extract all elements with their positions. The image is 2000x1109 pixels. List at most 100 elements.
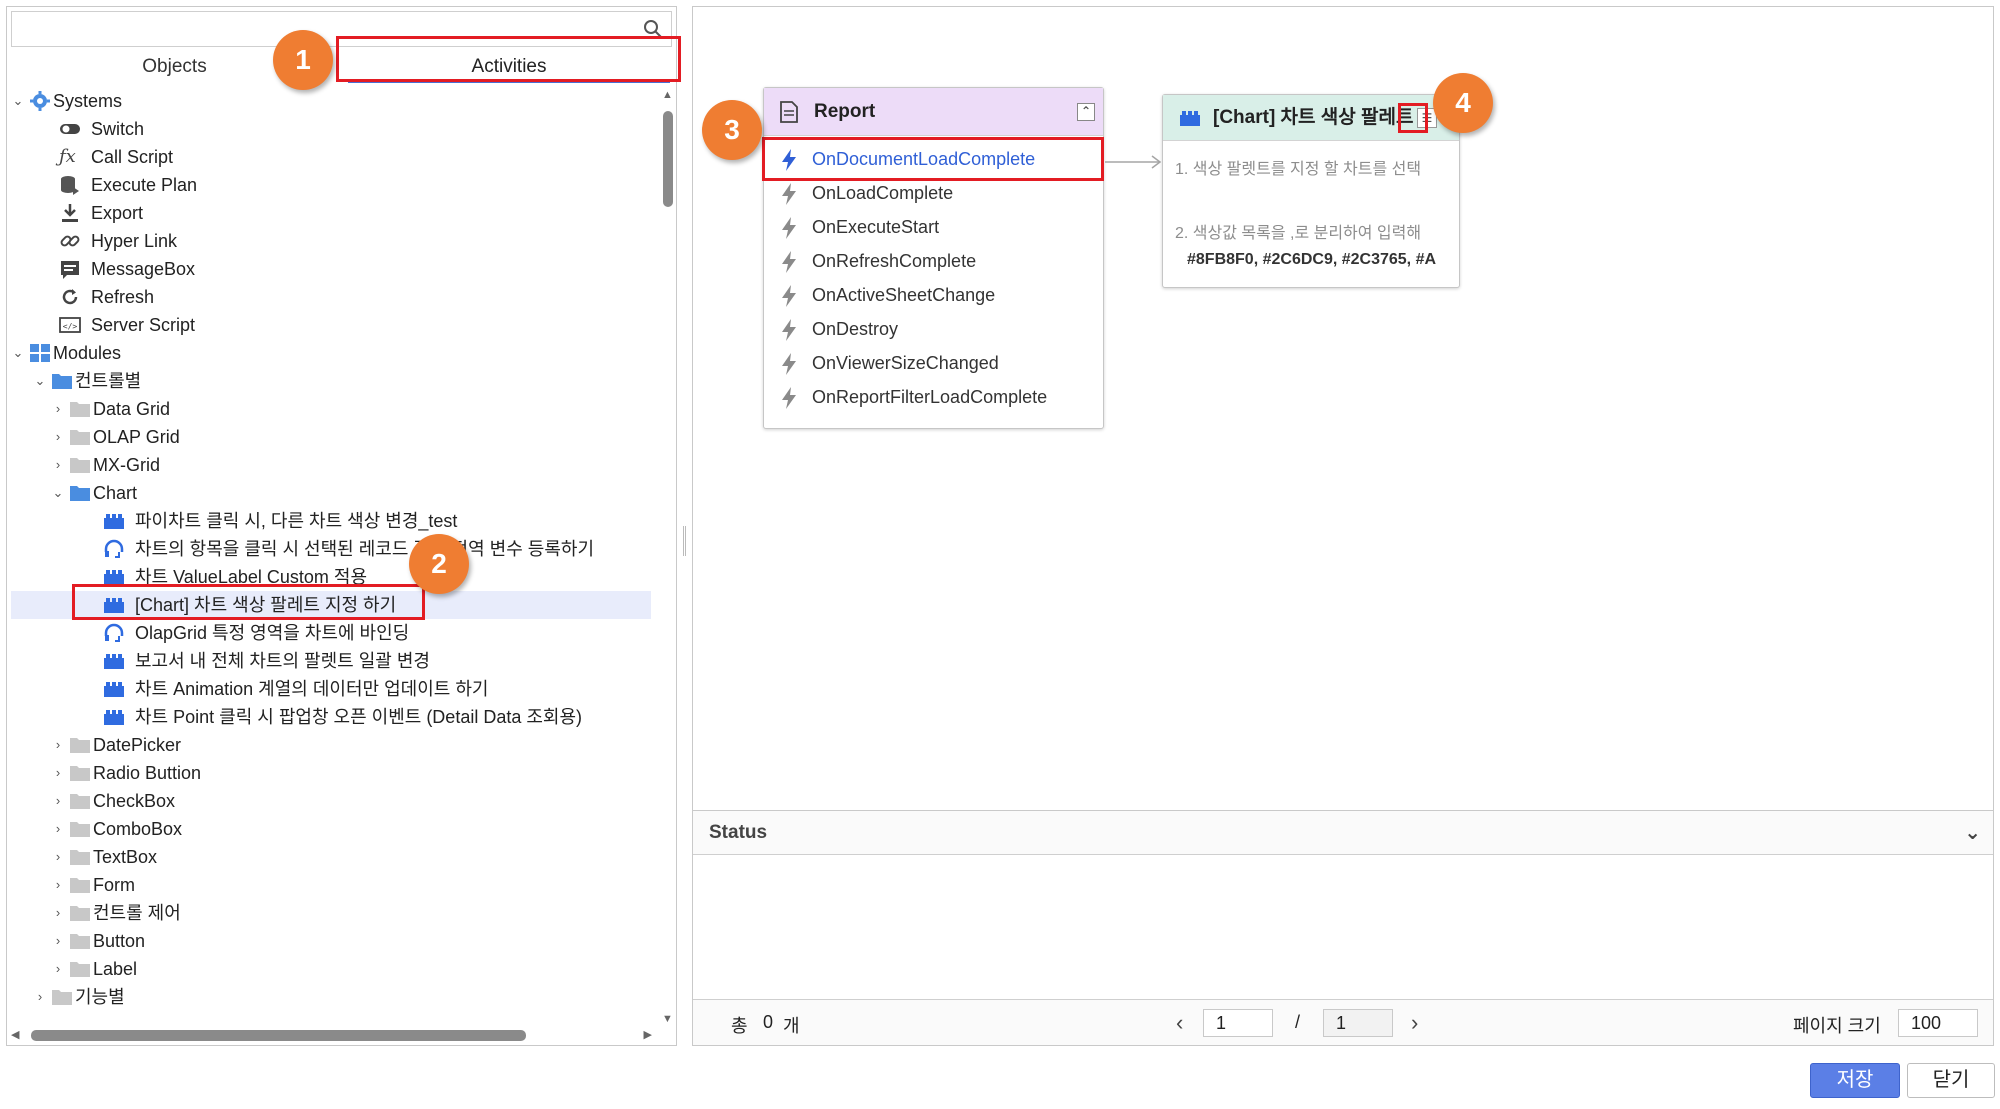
- tree-item-refresh[interactable]: Refresh: [11, 283, 651, 311]
- tree-item-call-script[interactable]: ƒx Call Script: [11, 143, 651, 171]
- scroll-down-icon[interactable]: ▼: [662, 1013, 673, 1025]
- scroll-thumb[interactable]: [31, 1030, 526, 1041]
- tree-folder-olap-grid[interactable]: › OLAP Grid: [11, 423, 651, 451]
- chevron-right-icon[interactable]: ›: [51, 759, 65, 787]
- tree-chart-item[interactable]: 차트 ValueLabel Custom 적용: [11, 563, 651, 591]
- chevron-right-icon[interactable]: ›: [51, 871, 65, 899]
- event-ondocumentloadcomplete[interactable]: OnDocumentLoadComplete: [764, 142, 1103, 176]
- tree-folder[interactable]: › Label: [11, 955, 651, 983]
- tree-label: Execute Plan: [91, 175, 198, 195]
- tree-item-server-script[interactable]: </> Server Script: [11, 311, 651, 339]
- scroll-up-icon[interactable]: ▲: [662, 89, 673, 101]
- chevron-right-icon[interactable]: ›: [51, 451, 65, 479]
- chevron-down-icon[interactable]: ⌄: [1964, 811, 1981, 855]
- tree-node-systems[interactable]: ⌄ Systems: [11, 87, 651, 115]
- tree-folder-data-grid[interactable]: › Data Grid: [11, 395, 651, 423]
- scroll-right-icon[interactable]: ▶: [644, 1028, 652, 1041]
- tree-item-execute-plan[interactable]: Execute Plan: [11, 171, 651, 199]
- activity-tree: ⌄ Systems Switch ƒx Call Script Execute …: [7, 87, 659, 1017]
- tree-item-switch[interactable]: Switch: [11, 115, 651, 143]
- chart-module-node[interactable]: [Chart] 차트 색상 팔레트 ☰ 1. 색상 팔렛트를 지정 할 차트를 …: [1162, 94, 1460, 288]
- tree-chart-item[interactable]: 보고서 내 전체 차트의 팔렛트 일괄 변경: [11, 647, 651, 675]
- tree-label: 컨트롤 제어: [93, 903, 181, 923]
- tree-folder[interactable]: › Button: [11, 927, 651, 955]
- report-node[interactable]: Report ⌃ OnDocumentLoadComplete OnLoadCo…: [763, 87, 1104, 429]
- tree-folder[interactable]: › DatePicker: [11, 731, 651, 759]
- chevron-down-icon[interactable]: ⌄: [11, 87, 25, 115]
- chevron-right-icon[interactable]: ›: [51, 843, 65, 871]
- tree-label-modules: Modules: [53, 343, 122, 363]
- chevron-right-icon[interactable]: ›: [51, 395, 65, 423]
- step-marker-4: 4: [1433, 73, 1493, 133]
- scroll-thumb[interactable]: [663, 111, 673, 207]
- page-size-input[interactable]: 100: [1898, 1009, 1978, 1037]
- step-marker-3: 3: [702, 100, 762, 160]
- tree-folder[interactable]: › ComboBox: [11, 815, 651, 843]
- tree-folder[interactable]: › TextBox: [11, 843, 651, 871]
- current-page-input[interactable]: 1: [1203, 1009, 1273, 1037]
- chevron-right-icon[interactable]: ›: [51, 955, 65, 983]
- chevron-right-icon[interactable]: ›: [51, 927, 65, 955]
- chevron-right-icon[interactable]: ›: [51, 899, 65, 927]
- scroll-left-icon[interactable]: ◀: [11, 1028, 19, 1041]
- chart-node-title: [Chart] 차트 색상 팔레트: [1213, 107, 1414, 128]
- tree-chart-item-selected[interactable]: [Chart] 차트 색상 팔레트 지정 하기: [11, 591, 651, 619]
- tree-item-messagebox[interactable]: MessageBox: [11, 255, 651, 283]
- chevron-down-icon[interactable]: ⌄: [33, 367, 47, 395]
- tree-folder[interactable]: › 컨트롤 제어: [11, 899, 651, 927]
- next-page-icon[interactable]: ›: [1411, 1010, 1418, 1036]
- event-onreportfilterloadcomplete[interactable]: OnReportFilterLoadComplete: [764, 380, 1103, 414]
- tree-item-hyper-link[interactable]: Hyper Link: [11, 227, 651, 255]
- gear-icon: [30, 91, 50, 111]
- tree-chart-item[interactable]: 차트 Point 클릭 시 팝업창 오픈 이벤트 (Detail Data 조회…: [11, 703, 651, 731]
- event-onviewersizechanged[interactable]: OnViewerSizeChanged: [764, 346, 1103, 380]
- left-panel: Objects Activities ⌄ Systems Switch ƒx C…: [6, 6, 677, 1046]
- chevron-right-icon[interactable]: ›: [51, 815, 65, 843]
- event-onexecutestart[interactable]: OnExecuteStart: [764, 210, 1103, 244]
- chevron-right-icon[interactable]: ›: [33, 983, 47, 1011]
- close-button[interactable]: 닫기: [1907, 1063, 1995, 1098]
- event-onactivesheetchange[interactable]: OnActiveSheetChange: [764, 278, 1103, 312]
- tree-chart-item[interactable]: 차트 Animation 계열의 데이터만 업데이트 하기: [11, 675, 651, 703]
- tree-label: [Chart] 차트 색상 팔레트 지정 하기: [135, 595, 397, 615]
- tree-label-systems: Systems: [53, 91, 123, 111]
- chevron-down-icon[interactable]: ⌄: [51, 479, 65, 507]
- tree-chart-item[interactable]: 차트의 항목을 클릭 시 선택된 레코드 값을 전역 변수 등록하기: [11, 535, 651, 563]
- collapse-icon[interactable]: ⌃: [1077, 103, 1095, 121]
- lightning-icon: [782, 285, 796, 307]
- prev-page-icon[interactable]: ‹: [1176, 1010, 1183, 1036]
- chevron-right-icon[interactable]: ›: [51, 787, 65, 815]
- search-icon[interactable]: [643, 19, 663, 39]
- save-button[interactable]: 저장: [1810, 1063, 1900, 1098]
- chevron-right-icon[interactable]: ›: [51, 731, 65, 759]
- event-onloadcomplete[interactable]: OnLoadComplete: [764, 176, 1103, 210]
- chevron-down-icon[interactable]: ⌄: [11, 339, 25, 367]
- tab-activities[interactable]: Activities: [342, 49, 676, 85]
- vertical-scrollbar[interactable]: ▲ ▼: [659, 87, 676, 1027]
- tree-folder[interactable]: › CheckBox: [11, 787, 651, 815]
- tree-item-export[interactable]: Export: [11, 199, 651, 227]
- tree-folder[interactable]: › Form: [11, 871, 651, 899]
- tree-chart-item[interactable]: OlapGrid 특정 영역을 차트에 바인딩: [11, 619, 651, 647]
- event-onrefreshcomplete[interactable]: OnRefreshComplete: [764, 244, 1103, 278]
- code-icon: </>: [59, 317, 81, 333]
- tree-folder[interactable]: › Radio Buttion: [11, 759, 651, 787]
- status-header[interactable]: Status ⌄: [693, 811, 1993, 855]
- panel-splitter[interactable]: [683, 526, 686, 556]
- event-label: OnReportFilterLoadComplete: [812, 387, 1048, 407]
- tree-folder-mx-grid[interactable]: › MX-Grid: [11, 451, 651, 479]
- chevron-right-icon[interactable]: ›: [51, 423, 65, 451]
- chart-node-line-2: 2. 색상값 목록을 ,로 분리하여 입력해: [1175, 225, 1422, 242]
- flow-canvas[interactable]: Report ⌃ OnDocumentLoadComplete OnLoadCo…: [692, 6, 1994, 812]
- tree-folder-chart[interactable]: ⌄ Chart: [11, 479, 651, 507]
- tree-node-modules[interactable]: ⌄ Modules: [11, 339, 651, 367]
- module-block-icon: [104, 682, 124, 697]
- tree-folder-by-function[interactable]: › 기능별: [11, 983, 651, 1011]
- tree-chart-item[interactable]: 파이차트 클릭 시, 다른 차트 색상 변경_test: [11, 507, 651, 535]
- tree-folder-by-control[interactable]: ⌄ 컨트롤별: [11, 367, 651, 395]
- module-block-icon: [104, 598, 124, 613]
- message-icon: [61, 261, 79, 279]
- event-ondestroy[interactable]: OnDestroy: [764, 312, 1103, 346]
- report-event-list: OnDocumentLoadComplete OnLoadComplete On…: [764, 136, 1103, 414]
- horizontal-scrollbar[interactable]: ◀ ▶: [7, 1025, 676, 1045]
